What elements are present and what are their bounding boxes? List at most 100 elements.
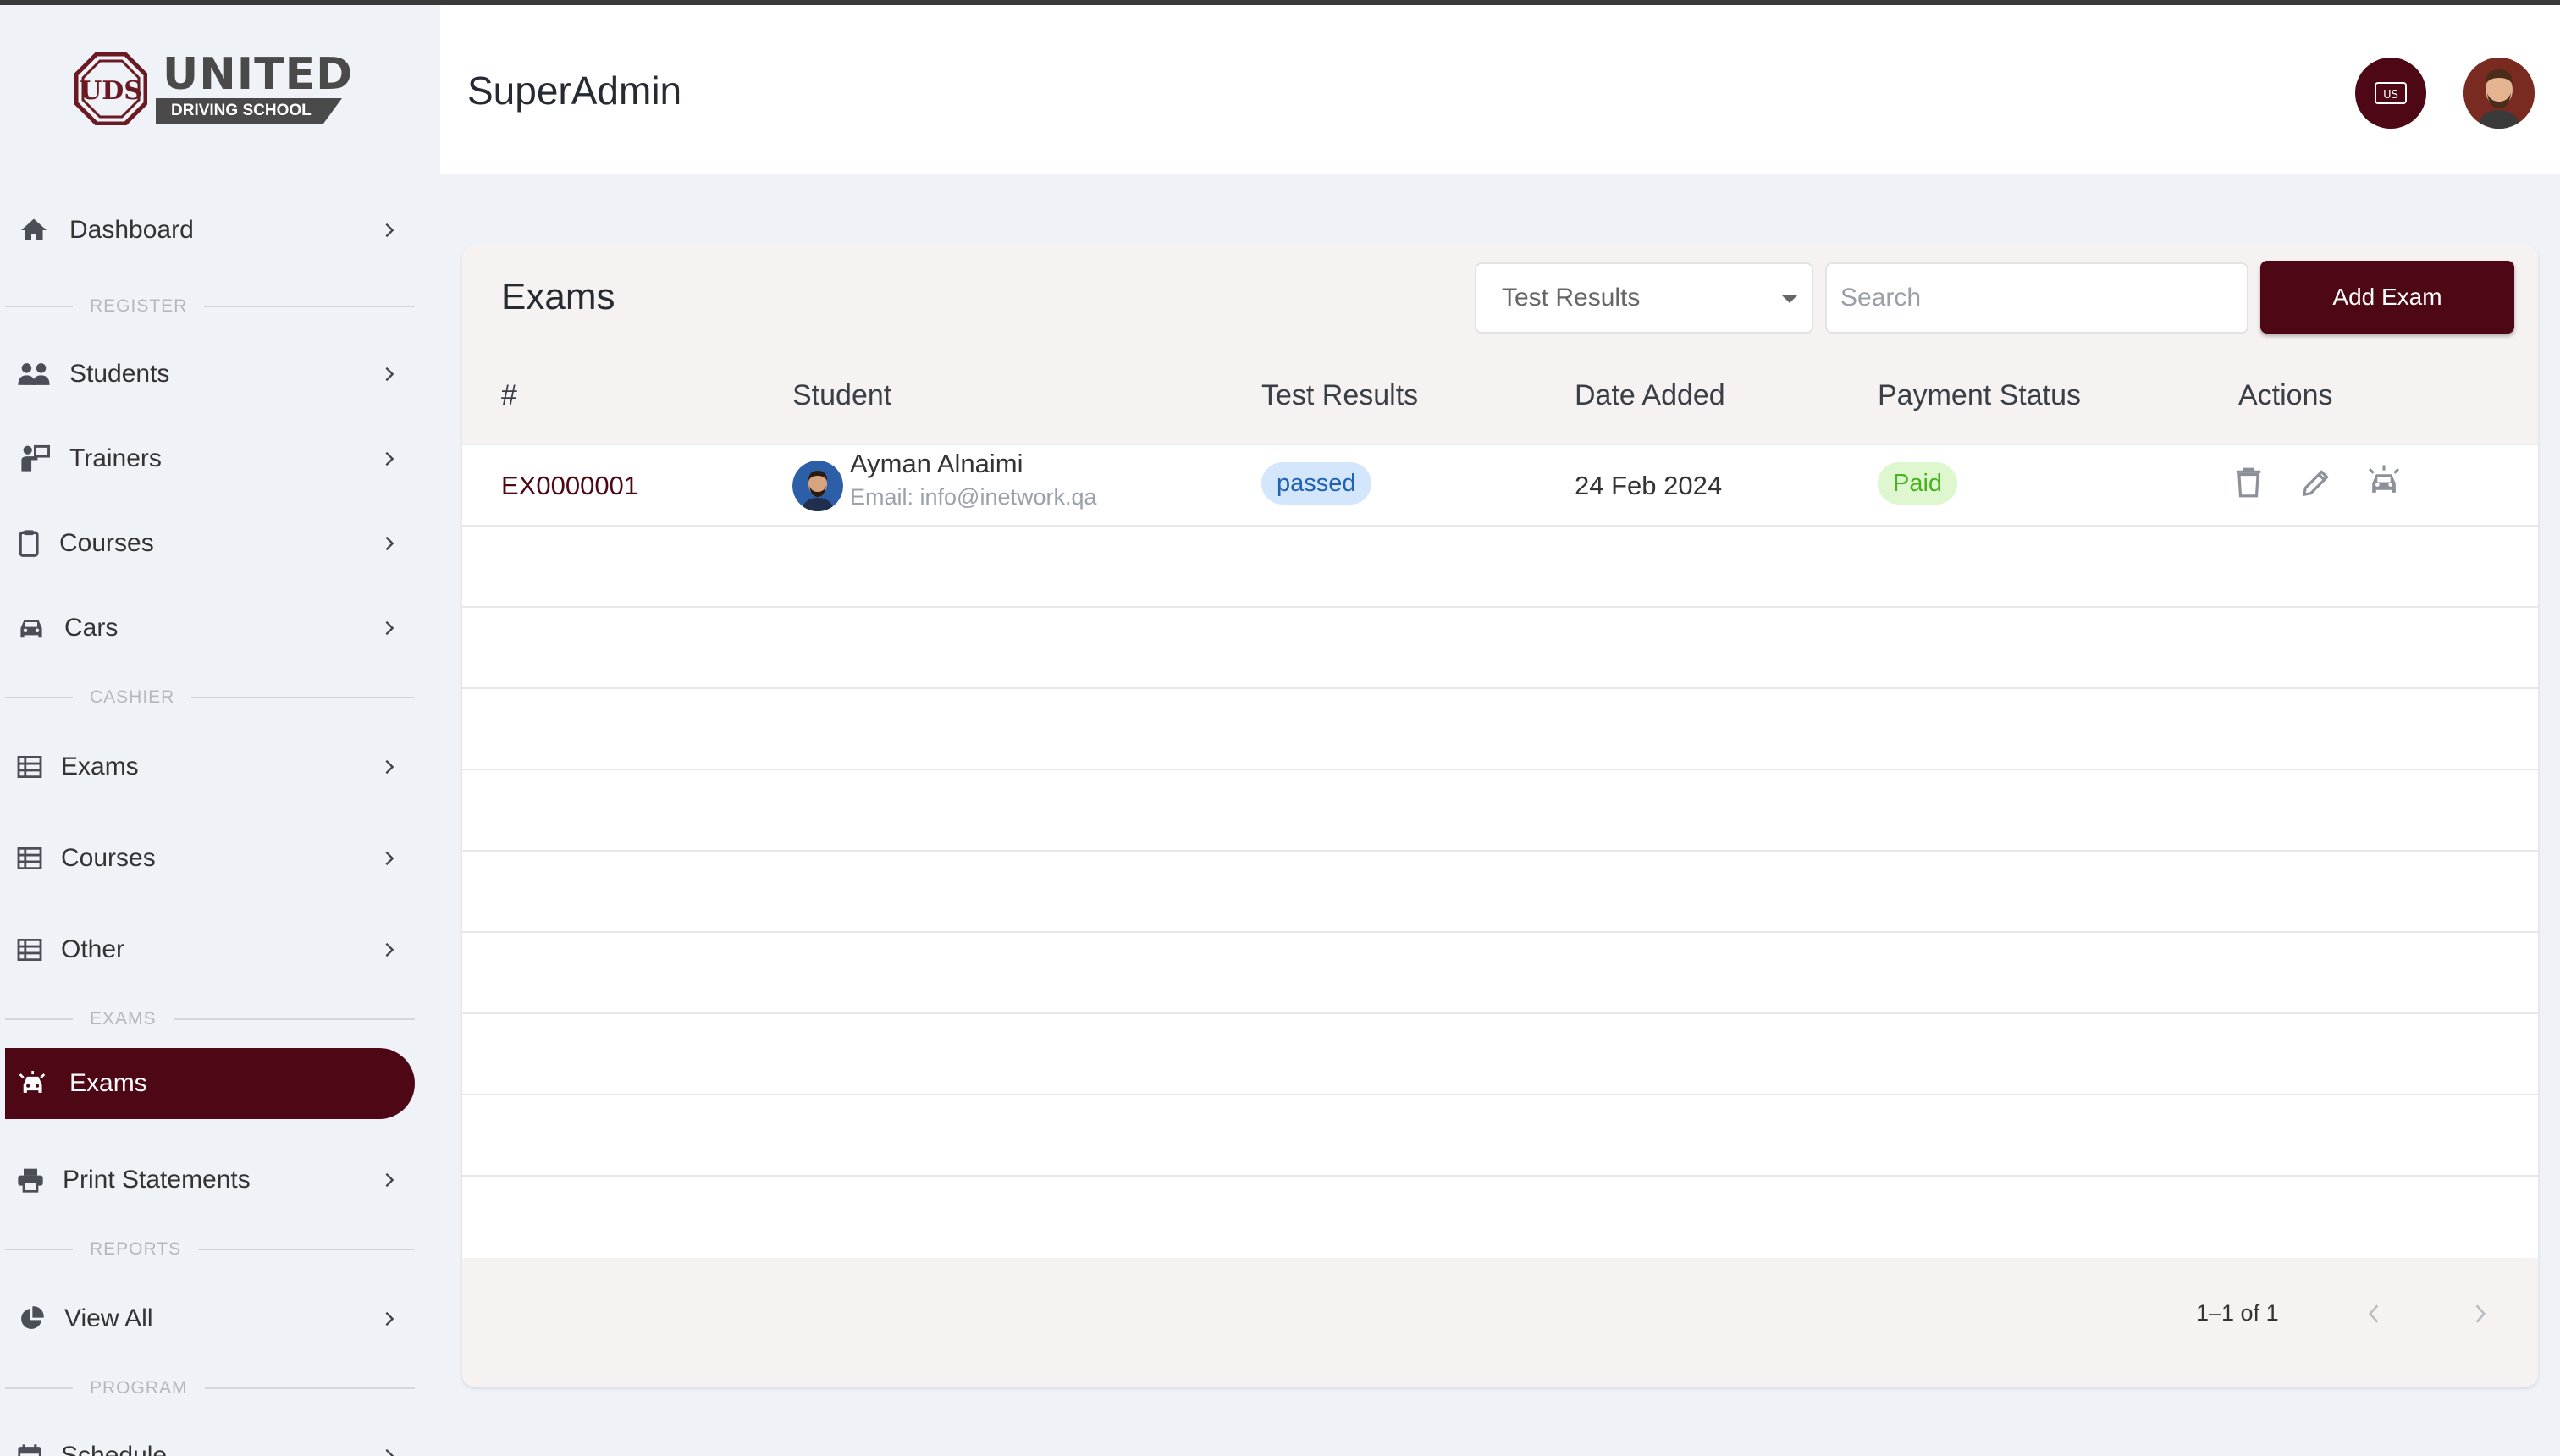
column-header-number[interactable]: #: [501, 379, 517, 412]
chevron-right-icon: [374, 935, 405, 965]
sidebar-item-cars[interactable]: Cars: [5, 593, 415, 664]
section-label-reports: REPORTS: [5, 1239, 415, 1259]
next-page-button[interactable]: [2460, 1293, 2501, 1334]
car-icon: [17, 611, 46, 645]
table-header-divider: [462, 444, 2538, 445]
row-divider: [462, 687, 2538, 689]
user-avatar: [2463, 58, 2535, 129]
chevron-right-icon: [374, 528, 405, 559]
sidebar-item-label: Other: [61, 935, 125, 963]
row-divider: [462, 525, 2538, 527]
exams-card: Exams Test Results Add Exam # Student Te…: [462, 245, 2538, 1387]
payment-status-badge: Paid: [1878, 462, 1958, 505]
row-divider: [462, 606, 2538, 608]
section-label-exams: EXAMS: [5, 1009, 415, 1029]
logo[interactable]: UDS UNITED DRIVING SCHOOL: [74, 49, 354, 127]
table-footer: 1–1 of 1: [462, 1258, 2538, 1387]
clipboard-icon: [17, 527, 41, 560]
table-icon: [17, 933, 42, 967]
sidebar-item-view-all[interactable]: View All: [5, 1283, 415, 1354]
user-avatar-button[interactable]: [2463, 58, 2535, 129]
row-divider: [462, 931, 2538, 933]
exam-id[interactable]: EX0000001: [501, 471, 638, 501]
chevron-right-icon: [374, 444, 405, 474]
logo-mark-icon: UDS: [74, 52, 147, 125]
select-value: Test Results: [1502, 284, 1641, 312]
delete-button[interactable]: [2228, 462, 2269, 503]
window-top-border: [0, 0, 2560, 5]
caret-down-icon: [1781, 295, 1798, 303]
column-header-student[interactable]: Student: [792, 379, 891, 412]
section-label-program: PROGRAM: [5, 1378, 415, 1398]
row-divider: [462, 1094, 2538, 1095]
sidebar-item-label: Trainers: [69, 444, 162, 472]
sidebar-item-label: Courses: [61, 844, 156, 872]
logo-tagline: DRIVING SCHOOL: [156, 98, 342, 124]
sidebar-item-schedule[interactable]: Schedule: [5, 1420, 415, 1456]
column-header-test-results[interactable]: Test Results: [1261, 379, 1418, 412]
student-email: Email: info@inetwork.qa: [850, 484, 1097, 510]
card-title: Exams: [501, 276, 615, 317]
sidebar-item-label: Schedule: [61, 1442, 168, 1456]
home-icon: [17, 213, 51, 247]
sidebar-item-print-statements[interactable]: Print Statements: [5, 1144, 415, 1216]
student-avatar: [792, 461, 843, 511]
chevron-right-icon: [374, 1304, 405, 1334]
svg-text:US: US: [2383, 89, 2398, 102]
logo-wordmark: UNITED: [163, 49, 354, 100]
chevron-right-icon: [374, 1165, 405, 1195]
sidebar-item-label: Courses: [59, 529, 154, 557]
sidebar-item-exams[interactable]: Exams: [5, 1048, 415, 1119]
chevron-right-icon: [374, 215, 405, 245]
sidebar-item-cashier-exams[interactable]: Exams: [5, 731, 415, 802]
top-header: SuperAdmin US: [440, 5, 2560, 174]
table-icon: [17, 841, 42, 875]
column-header-actions: Actions: [2238, 379, 2333, 411]
svg-text:UDS: UDS: [80, 76, 142, 106]
student-name: Ayman Alnaimi: [850, 449, 1023, 478]
chevron-right-icon: [2475, 1304, 2486, 1323]
chevron-right-icon: [374, 359, 405, 389]
sidebar-item-dashboard[interactable]: Dashboard: [5, 195, 415, 266]
add-exam-button[interactable]: Add Exam: [2260, 261, 2514, 334]
language-switcher-button[interactable]: US: [2355, 58, 2426, 129]
chevron-left-icon: [2368, 1304, 2379, 1323]
column-header-payment-status[interactable]: Payment Status: [1878, 379, 2081, 412]
sidebar-item-label: View All: [64, 1304, 153, 1332]
sidebar-item-cashier-other[interactable]: Other: [5, 914, 415, 985]
car-crash-icon: [17, 1067, 51, 1100]
exam-details-button[interactable]: [2364, 461, 2404, 501]
row-divider: [462, 1012, 2538, 1014]
search-input[interactable]: [1825, 262, 2248, 334]
chevron-right-icon: [374, 613, 405, 643]
us-flag-icon: US: [2375, 82, 2407, 104]
row-divider: [462, 850, 2538, 852]
sidebar-item-label: Print Statements: [63, 1166, 251, 1194]
row-divider: [462, 769, 2538, 770]
sidebar-item-label: Exams: [61, 753, 139, 780]
sidebar-item-label: Students: [69, 360, 170, 388]
sidebar-item-label: Dashboard: [69, 216, 194, 244]
users-icon: [17, 357, 51, 391]
car-alert-icon: [2368, 465, 2400, 493]
edit-icon: [2302, 470, 2329, 497]
sidebar-item-courses[interactable]: Courses: [5, 508, 415, 579]
test-results-filter-select[interactable]: Test Results: [1475, 262, 1813, 334]
row-divider: [462, 1175, 2538, 1177]
previous-page-button[interactable]: [2353, 1293, 2394, 1334]
sidebar-item-students[interactable]: Students: [5, 339, 415, 410]
sidebar-item-cashier-courses[interactable]: Courses: [5, 823, 415, 894]
calendar-icon: [17, 1439, 42, 1456]
column-header-date-added[interactable]: Date Added: [1575, 379, 1725, 412]
pie-chart-icon: [17, 1302, 46, 1336]
edit-button[interactable]: [2296, 462, 2337, 503]
date-added: 24 Feb 2024: [1575, 471, 1723, 500]
card-header: Exams Test Results Add Exam # Student Te…: [462, 245, 2538, 445]
sidebar-item-trainers[interactable]: Trainers: [5, 423, 415, 494]
sidebar-item-label: Exams: [69, 1069, 147, 1097]
trainer-icon: [17, 442, 51, 476]
chevron-right-icon: [374, 1441, 405, 1456]
page-title: SuperAdmin: [467, 69, 682, 113]
pagination-range: 1–1 of 1: [2196, 1300, 2279, 1326]
test-result-badge: passed: [1261, 462, 1371, 505]
